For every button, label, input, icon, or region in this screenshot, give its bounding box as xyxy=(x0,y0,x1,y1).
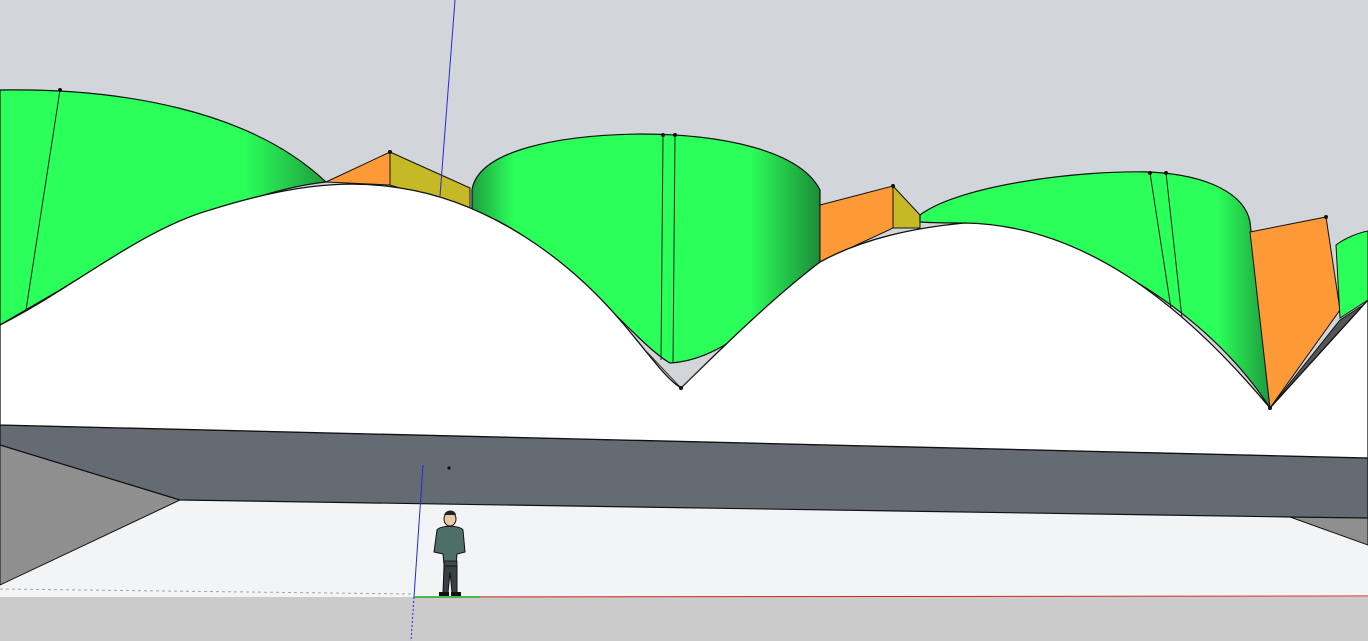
model-viewport[interactable] xyxy=(0,0,1368,641)
3d-scene[interactable] xyxy=(0,0,1368,641)
ground-plane xyxy=(0,597,1368,641)
